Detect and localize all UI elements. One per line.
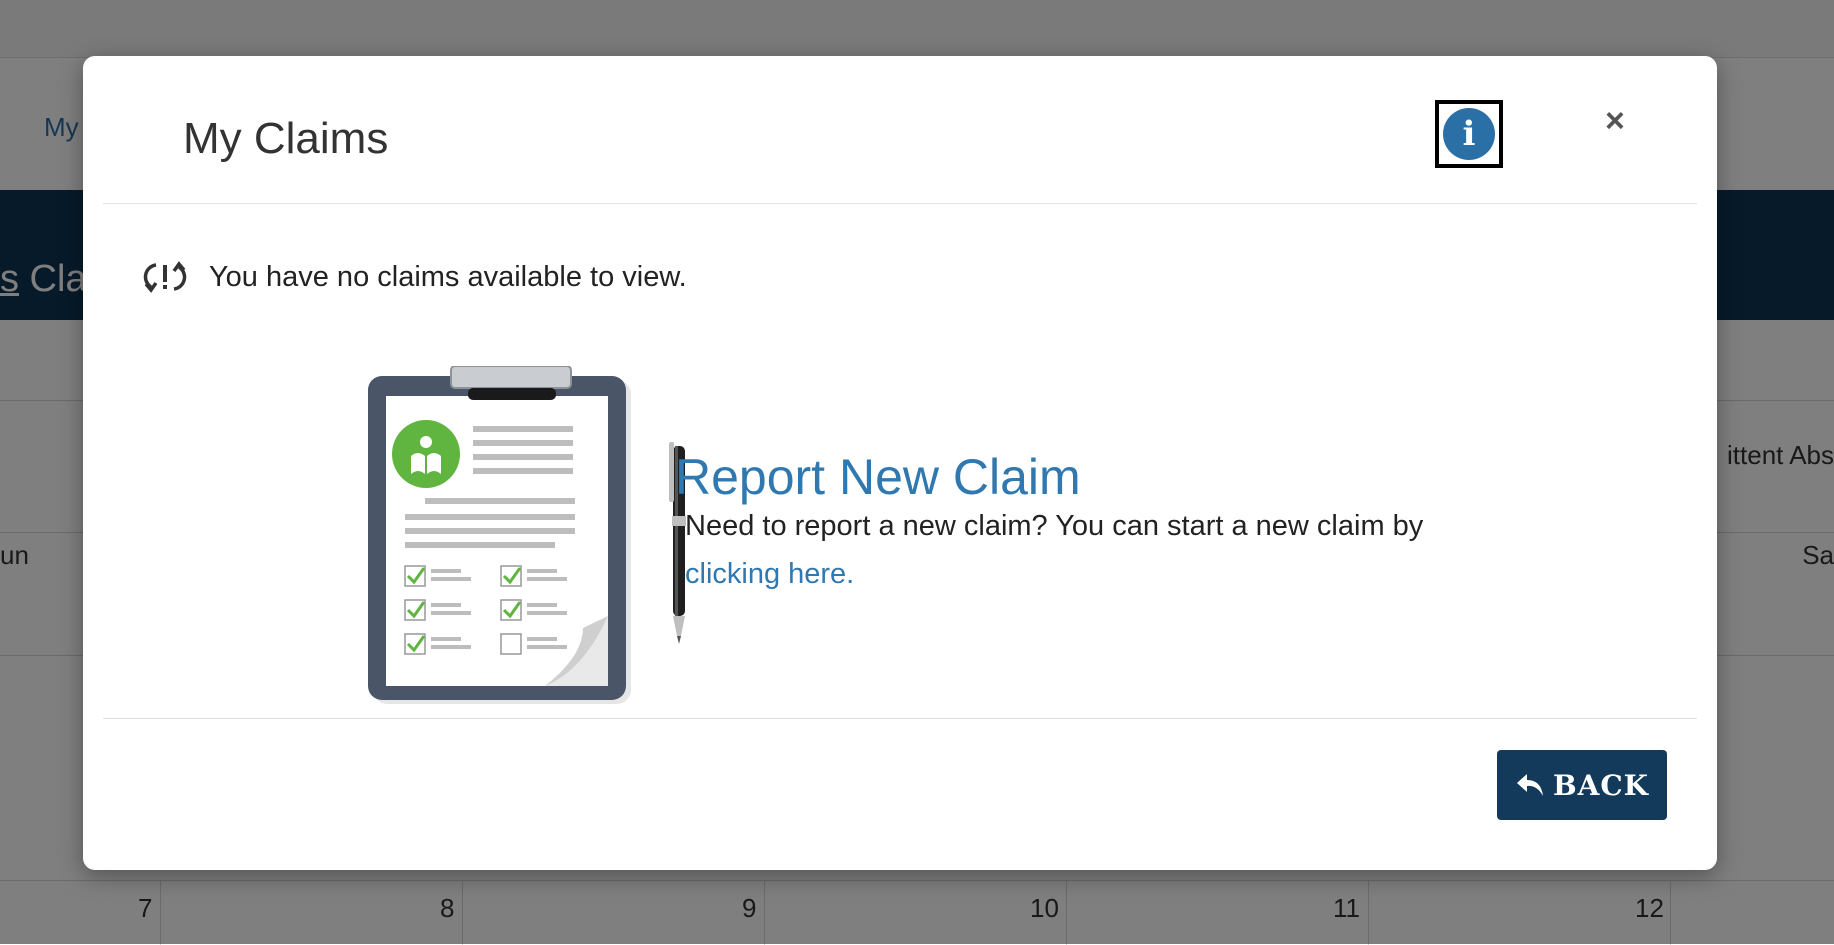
modal-footer-divider xyxy=(103,718,1697,719)
sync-alert-icon xyxy=(143,253,191,301)
modal-title: My Claims xyxy=(183,114,389,163)
modal-header: My Claims i × xyxy=(103,56,1697,204)
my-claims-modal: My Claims i × You have no claims availab… xyxy=(83,56,1717,870)
clipboard-illustration xyxy=(283,365,723,776)
report-description-text: Need to report a new claim? You can star… xyxy=(685,510,1424,542)
close-button[interactable]: × xyxy=(1605,104,1625,138)
no-claims-message: You have no claims available to view. xyxy=(143,252,687,302)
info-icon: i xyxy=(1443,108,1495,160)
info-button[interactable]: i xyxy=(1435,100,1503,168)
reply-arrow-icon xyxy=(1515,772,1545,798)
start-new-claim-link[interactable]: clicking here. xyxy=(685,558,854,590)
report-new-claim-title: Report New Claim xyxy=(675,449,1081,505)
no-claims-text: You have no claims available to view. xyxy=(209,260,687,293)
report-new-claim-description: Need to report a new claim? You can star… xyxy=(685,502,1625,598)
back-button-label: BACK xyxy=(1552,768,1649,802)
back-button[interactable]: BACK xyxy=(1497,750,1667,820)
